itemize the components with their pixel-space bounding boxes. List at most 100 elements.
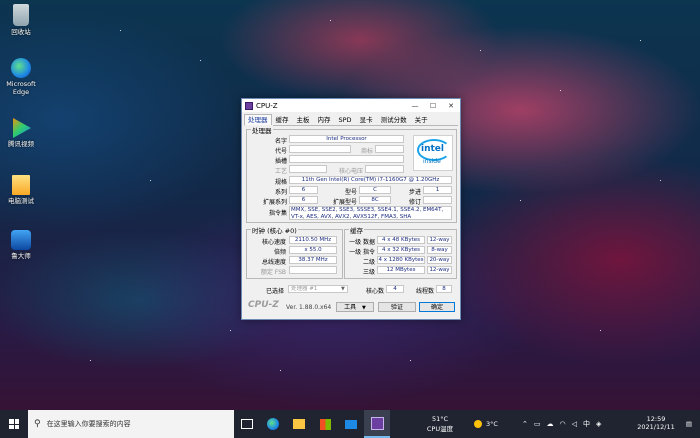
technology-value: [289, 165, 327, 173]
tools-button[interactable]: 工具 ▼: [336, 302, 374, 312]
cloud-icon[interactable]: ☁: [547, 420, 554, 428]
selection-row: 已选择 处理器 #1 ▼ 核心数 4 线程数 8: [246, 283, 455, 296]
wifi-icon[interactable]: ◠: [560, 420, 566, 428]
cpuz-window[interactable]: CPU-Z — ☐ ✕ 处理器 缓存 主板 内存 SPD 显卡 测试分数 关于 …: [241, 98, 461, 320]
desktop-icon-folder[interactable]: 电脑测试: [2, 175, 40, 205]
technology-label: 工艺: [274, 168, 287, 175]
core-speed-value: 2110.50 MHz: [289, 236, 337, 244]
desktop-icon-edge[interactable]: Microsoft Edge: [2, 58, 40, 96]
clock-date: 2021/12/11: [637, 423, 675, 431]
ok-button[interactable]: 确定: [419, 302, 455, 312]
folder-icon: [12, 175, 30, 195]
cache-l1i-size: 4 x 32 KBytes: [377, 246, 425, 254]
task-view-button[interactable]: [234, 410, 260, 438]
taskbar-search-box[interactable]: ⚲ 在这里输入你要搜索的内容: [28, 410, 234, 438]
minimize-icon[interactable]: —: [406, 102, 424, 110]
taskbar: ⚲ 在这里输入你要搜索的内容 51°C CPU温度 3°C ⌃ ▭ ☁ ◠ ◁ …: [0, 410, 700, 438]
package-value: [289, 155, 404, 163]
volume-icon[interactable]: ◁: [572, 420, 577, 428]
close-icon[interactable]: ✕: [442, 102, 460, 110]
threads-value: 8: [436, 285, 452, 293]
multiplier-label: 倍频: [273, 249, 286, 256]
desktop-icon-label: 腾讯视频: [8, 140, 34, 148]
chevron-down-icon[interactable]: ▼: [341, 286, 345, 292]
cache-l3-size: 12 MBytes: [377, 266, 425, 274]
start-button[interactable]: [0, 410, 28, 438]
taskbar-file-explorer[interactable]: [286, 410, 312, 438]
processor-group-label: 处理器: [251, 125, 273, 135]
desktop-icon-ludashi[interactable]: 鲁大师: [2, 230, 40, 260]
intel-inside-text: inside: [423, 158, 441, 165]
cpu-temp-widget[interactable]: 51°C CPU温度: [420, 410, 460, 438]
notification-icon: ▤: [685, 420, 693, 428]
taskbar-cpuz[interactable]: [364, 410, 390, 438]
stepping-label: 步进: [408, 189, 421, 196]
chevron-up-icon[interactable]: ⌃: [522, 420, 528, 428]
tab-graphics[interactable]: 显卡: [356, 114, 377, 125]
cpuz-app-icon: [245, 101, 253, 110]
package-label: 插槽: [274, 158, 287, 165]
ext-family-value: 6: [289, 196, 318, 204]
ext-family-label: 扩展系列: [262, 199, 287, 206]
ext-model-label: 扩展型号: [332, 199, 357, 206]
cache-l1d-label: 一级 数据: [349, 239, 375, 246]
tab-mainboard[interactable]: 主板: [293, 114, 314, 125]
desktop-icon-label: 鲁大师: [11, 252, 31, 260]
mail-icon: [345, 419, 357, 429]
tab-bar: 处理器 缓存 主板 内存 SPD 显卡 测试分数 关于: [244, 114, 458, 126]
model-label: 型号: [344, 189, 357, 196]
version-text: Ver. 1.88.0.x64: [286, 304, 332, 311]
battery-icon[interactable]: ▭: [534, 420, 541, 428]
title-bar[interactable]: CPU-Z — ☐ ✕: [242, 99, 460, 112]
ludashi-icon: [11, 230, 31, 250]
desktop-icon-tencent-video[interactable]: 腾讯视频: [2, 118, 40, 148]
family-value: 6: [289, 186, 318, 194]
tab-cache[interactable]: 缓存: [272, 114, 293, 125]
validate-button[interactable]: 验证: [378, 302, 416, 312]
cache-group-label: 缓存: [349, 225, 364, 235]
ime-icon[interactable]: 中: [583, 419, 590, 429]
weather-widget[interactable]: 3°C: [474, 410, 514, 438]
voltage-value: [365, 165, 404, 173]
taskbar-edge[interactable]: [260, 410, 286, 438]
intel-logo: intel inside: [413, 135, 453, 171]
maximize-icon[interactable]: ☐: [424, 102, 442, 110]
cpu-temp-value: 51°C: [431, 415, 449, 423]
selection-label: 已选择: [265, 288, 284, 295]
search-icon: ⚲: [34, 419, 41, 429]
notification-button[interactable]: ▤: [680, 410, 698, 438]
cache-l1i-label: 一级 指令: [349, 249, 375, 256]
specification-value: 11th Gen Intel(R) Core(TM) i7-1160G7 @ 1…: [289, 176, 452, 184]
stepping-value: 1: [423, 186, 452, 194]
tencent-video-icon: [13, 118, 31, 138]
taskbar-store[interactable]: [312, 410, 338, 438]
desktop-icon-recycle-bin[interactable]: 回收站: [2, 4, 40, 36]
clock[interactable]: 12:59 2021/12/11: [636, 410, 676, 438]
rated-fsb-label: 额定 FSB: [260, 269, 286, 276]
voltage-label: 核心电压: [338, 168, 363, 175]
cache-l3-label: 三级: [362, 269, 375, 276]
processor-group: 处理器 名字 Intel Processor 代号 商标 插槽 工艺 核心电压 …: [246, 125, 457, 223]
taskbar-mail[interactable]: [338, 410, 364, 438]
clock-time: 12:59: [646, 415, 666, 423]
family-label: 系列: [274, 189, 287, 196]
desktop-icon-label: 回收站: [11, 28, 31, 36]
app-tray-icon[interactable]: ◈: [596, 420, 601, 428]
core-speed-label: 核心速度: [261, 239, 286, 246]
cache-l1d-size: 4 x 48 KBytes: [377, 236, 425, 244]
tools-dropdown-icon: ▼: [362, 305, 366, 311]
instructions-label: 指令集: [268, 210, 287, 217]
threads-label: 线程数: [415, 288, 434, 295]
tab-about[interactable]: 关于: [411, 114, 432, 125]
weather-temp: 3°C: [486, 420, 498, 428]
processor-select[interactable]: 处理器 #1: [288, 285, 348, 293]
bus-speed-value: 38.37 MHz: [289, 256, 337, 264]
ext-model-value: 8C: [359, 196, 391, 204]
tab-memory[interactable]: 内存: [314, 114, 335, 125]
tab-bench[interactable]: 测试分数: [377, 114, 411, 125]
sun-icon: [474, 420, 482, 428]
cache-group: 缓存 一级 数据 4 x 48 KBytes 12-way 一级 指令 4 x …: [344, 225, 457, 279]
desktop-icon-label: 电脑测试: [8, 197, 34, 205]
task-view-icon: [241, 419, 253, 429]
tab-spd[interactable]: SPD: [335, 114, 356, 125]
